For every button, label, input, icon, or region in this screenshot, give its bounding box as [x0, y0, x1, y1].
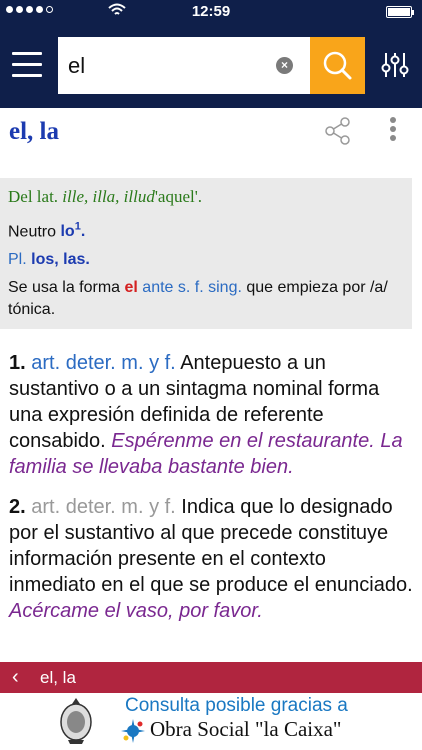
rae-seal-icon: [60, 698, 92, 744]
neutro-link[interactable]: lo1.: [60, 221, 85, 240]
plural-forms: los, las.: [31, 251, 90, 269]
definition-item: 1. art. deter. m. y f. Antepuesto a un s…: [9, 352, 403, 478]
definition-example: Acércame el vaso, por favor.: [9, 600, 263, 622]
sponsor-text: Consulta posible gracias a: [125, 695, 348, 716]
definitions-list: 1. art. deter. m. y f. Antepuesto a un s…: [9, 350, 413, 638]
content-area: el, la Del lat. ille, illa, illud'aquel'…: [0, 0, 422, 662]
etymology-box: Del lat. ille, illa, illud'aquel'. Neutr…: [0, 178, 412, 329]
more-vertical-icon[interactable]: [386, 114, 400, 146]
caixa-star-icon: [121, 719, 145, 743]
definition-item: 2. art. deter. m. y f. Indica que lo des…: [9, 496, 413, 622]
etymology: Del lat. ille, illa, illud'aquel'.: [8, 187, 203, 206]
share-icon[interactable]: [323, 116, 353, 146]
chevron-left-icon: ‹: [12, 666, 19, 688]
plural-abbr[interactable]: Pl.: [8, 251, 27, 268]
sponsor-banner[interactable]: Consulta posible gracias a Obra Social "…: [0, 693, 422, 750]
plural-line: Pl. los, las.: [8, 249, 404, 271]
history-back-bar[interactable]: ‹ el, la: [0, 662, 422, 693]
history-label: el, la: [40, 668, 76, 687]
usage-abbr[interactable]: ante s. f. sing.: [142, 279, 242, 296]
sponsor-name: Obra Social "la Caixa": [150, 717, 342, 741]
neutro-line: Neutro lo1.: [8, 221, 86, 241]
entry-header: el, la: [0, 108, 422, 164]
definition-abbr[interactable]: art. deter. m. y f.: [31, 352, 176, 374]
entry-title: el, la: [9, 118, 59, 145]
definition-abbr[interactable]: art. deter. m. y f.: [31, 496, 176, 518]
usage-line: Se usa la forma el ante s. f. sing. que …: [8, 279, 388, 319]
